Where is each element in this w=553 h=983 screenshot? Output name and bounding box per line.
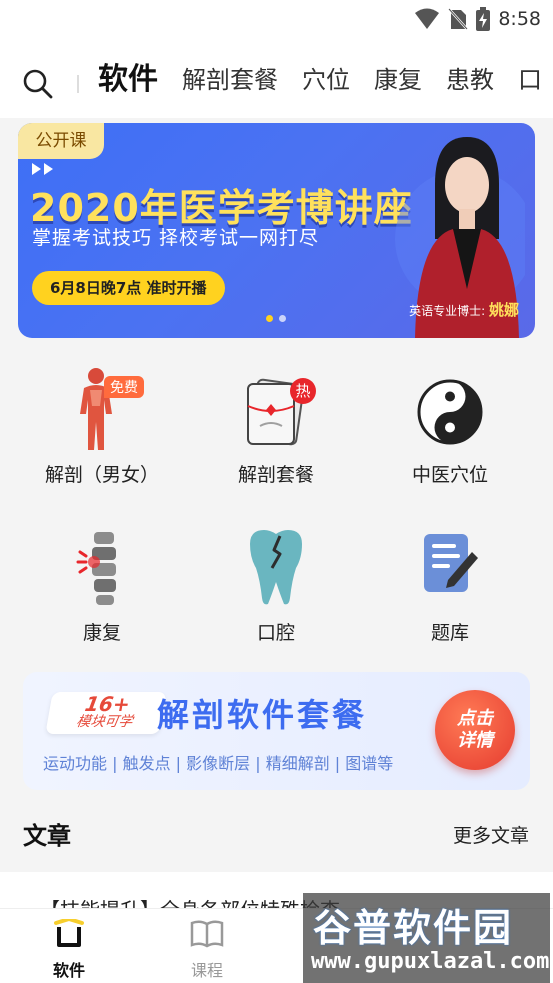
spine-rehab-icon bbox=[66, 524, 138, 608]
tab-rehab[interactable]: 康复 bbox=[374, 60, 422, 100]
tab-acupoint[interactable]: 穴位 bbox=[302, 60, 350, 100]
carousel-dot[interactable] bbox=[266, 315, 273, 322]
tab-patient-education[interactable]: 患教 bbox=[446, 60, 494, 100]
nav-divider bbox=[77, 75, 79, 93]
bottom-tab-course[interactable]: 课程 bbox=[172, 919, 242, 981]
status-bar: 8:58 bbox=[0, 0, 553, 38]
status-time: 8:58 bbox=[498, 8, 541, 30]
tab-oral[interactable]: 口 bbox=[518, 60, 542, 100]
course-book-icon bbox=[190, 920, 224, 948]
no-sim-icon bbox=[448, 8, 469, 30]
software-tab-icon bbox=[54, 916, 84, 947]
promo-description: 运动功能 | 触发点 | 影像断层 | 精细解剖 | 图谱等 bbox=[43, 754, 394, 773]
battery-charging-icon bbox=[476, 7, 491, 31]
grid-label: 中医穴位 bbox=[411, 464, 488, 486]
grid-item-oral[interactable]: 口腔 bbox=[196, 524, 356, 645]
grid-item-question-bank[interactable]: 题库 bbox=[370, 524, 530, 645]
module-count-badge: 16+ 模块可学 bbox=[45, 692, 167, 734]
search-icon[interactable] bbox=[22, 68, 54, 100]
articles-header: 文章 更多文章 bbox=[0, 800, 553, 870]
carousel-dot[interactable] bbox=[279, 315, 286, 322]
promo-details-button[interactable]: 点击 详情 bbox=[435, 690, 515, 770]
hot-badge: 热 bbox=[290, 378, 316, 404]
grid-item-tcm-acupoint[interactable]: 中医穴位 bbox=[370, 366, 530, 487]
banner-schedule: 6月8日晚7点 准时开播 bbox=[32, 271, 225, 305]
banner-carousel-dots bbox=[266, 315, 286, 322]
anatomy-package-icon: 热 bbox=[240, 366, 316, 450]
tab-software[interactable]: 软件 bbox=[98, 60, 158, 100]
grid-label: 题库 bbox=[430, 622, 469, 644]
question-bank-icon bbox=[414, 524, 486, 608]
articles-title: 文章 bbox=[23, 822, 71, 850]
play-arrows-icon bbox=[32, 163, 53, 175]
banner-tag: 公开课 bbox=[18, 123, 104, 159]
grid-label: 解剖（男女） bbox=[44, 464, 159, 486]
more-articles-link[interactable]: 更多文章 bbox=[453, 821, 529, 848]
grid-label: 康复 bbox=[82, 622, 121, 644]
category-tabs: 软件 解剖套餐 穴位 康复 患教 口 bbox=[98, 60, 542, 100]
banner-lecturer-caption: 英语专业博士: 姚娜 bbox=[409, 301, 519, 319]
grid-item-anatomy[interactable]: 免费 解剖（男女） bbox=[22, 366, 182, 487]
grid-item-anatomy-package[interactable]: 热 解剖套餐 bbox=[196, 366, 356, 487]
watermark-url: www.gupuxlazal.com bbox=[311, 949, 550, 974]
free-badge: 免费 bbox=[104, 376, 144, 398]
bottom-tab-software[interactable]: 软件 bbox=[34, 916, 104, 981]
grid-label: 口腔 bbox=[256, 622, 295, 644]
anatomy-package-promo[interactable]: 16+ 模块可学 解剖软件套餐 运动功能 | 触发点 | 影像断层 | 精细解剖… bbox=[23, 672, 530, 790]
top-nav: 软件 解剖套餐 穴位 康复 患教 口 bbox=[0, 38, 553, 118]
banner-subtitle: 掌握考试技巧 择校考试一网打尽 bbox=[32, 227, 320, 249]
tab-anatomy-package[interactable]: 解剖套餐 bbox=[182, 60, 278, 100]
watermark-name: 谷普软件园 bbox=[313, 906, 514, 950]
grid-item-rehab[interactable]: 康复 bbox=[22, 524, 182, 645]
promo-banner[interactable]: 公开课 2020年医学考博讲座 掌握考试技巧 择校考试一网打尽 6月8日晚7点 … bbox=[18, 123, 535, 338]
grid-label: 解剖套餐 bbox=[237, 464, 314, 486]
yin-yang-icon bbox=[414, 366, 486, 450]
anatomy-body-icon: 免费 bbox=[66, 366, 144, 450]
promo-title: 解剖软件套餐 bbox=[157, 696, 368, 734]
tooth-icon bbox=[240, 524, 312, 608]
wifi-icon bbox=[415, 8, 440, 29]
site-watermark: 谷普软件园 www.gupuxlazal.com bbox=[303, 893, 550, 983]
status-icons: 8:58 bbox=[414, 6, 541, 32]
